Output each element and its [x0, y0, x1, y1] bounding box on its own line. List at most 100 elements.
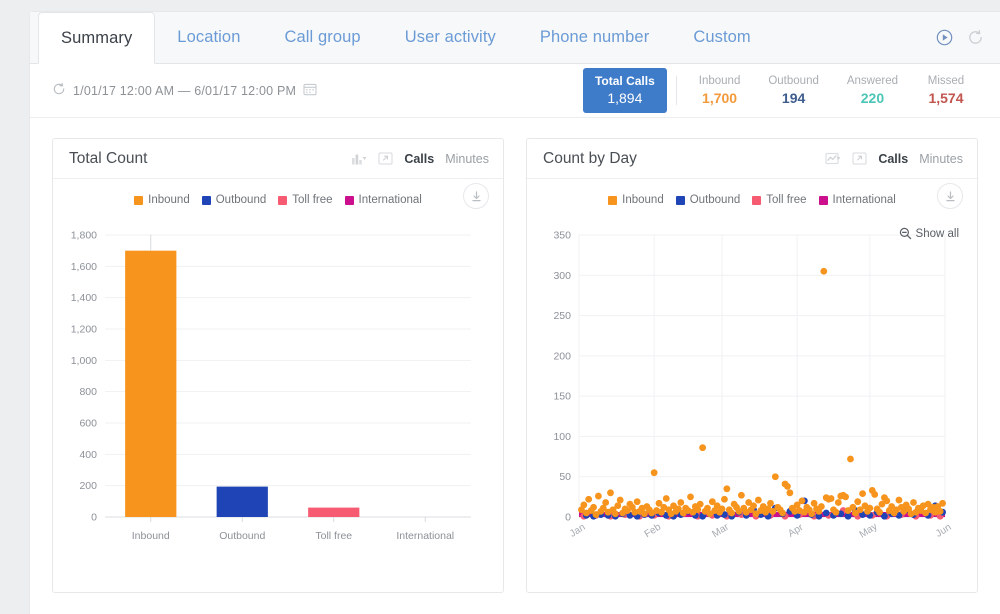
- kpi-outbound[interactable]: Outbound 194: [754, 68, 833, 113]
- legend-item-inbound[interactable]: Inbound: [134, 194, 190, 206]
- kpi-answered[interactable]: Answered 220: [833, 68, 912, 113]
- kpi-label: Inbound: [698, 75, 741, 87]
- svg-text:100: 100: [553, 431, 571, 443]
- svg-text:International: International: [396, 530, 454, 542]
- download-button[interactable]: [463, 183, 489, 209]
- popout-icon[interactable]: [852, 152, 867, 165]
- tab-bar: Summary Location Call group User activit…: [30, 12, 1000, 64]
- card-header-actions: Calls Minutes: [825, 152, 963, 166]
- play-circle-icon[interactable]: [936, 29, 953, 46]
- svg-text:Inbound: Inbound: [132, 530, 170, 542]
- unit-toggle-minutes[interactable]: Minutes: [919, 152, 963, 166]
- download-icon: [945, 190, 955, 201]
- unit-toggle-minutes[interactable]: Minutes: [445, 152, 489, 166]
- svg-text:1,800: 1,800: [71, 230, 97, 242]
- calendar-icon[interactable]: [303, 82, 317, 99]
- svg-text:50: 50: [559, 471, 571, 483]
- legend-item-outbound[interactable]: Outbound: [675, 194, 741, 206]
- kpi-label: Answered: [846, 75, 898, 87]
- download-icon: [471, 190, 481, 201]
- tab-user-activity[interactable]: User activity: [383, 12, 518, 63]
- app-panel: Summary Location Call group User activit…: [30, 12, 1000, 614]
- tab-label: Location: [177, 28, 241, 46]
- unit-toggle-calls[interactable]: Calls: [878, 152, 908, 166]
- legend-swatch: [278, 195, 288, 205]
- legend-item-inbound[interactable]: Inbound: [608, 194, 664, 206]
- show-all-button[interactable]: Show all: [899, 227, 959, 240]
- card-title: Total Count: [69, 149, 148, 167]
- legend-swatch: [752, 195, 762, 205]
- svg-text:350: 350: [553, 230, 571, 242]
- svg-text:Jun: Jun: [934, 522, 954, 540]
- svg-text:1,000: 1,000: [71, 355, 97, 367]
- bar-chart-icon[interactable]: [351, 152, 367, 166]
- legend-swatch: [134, 195, 144, 205]
- svg-text:400: 400: [79, 449, 97, 461]
- legend-row: Inbound Outbound Toll free International: [527, 179, 977, 221]
- kpi-value: 1,894: [607, 90, 643, 106]
- bar-chart-plot: 0 200 400 600 800 1,000 1,200 1,400 1,600 1,800 In…: [53, 221, 503, 581]
- legend-label: Inbound: [622, 194, 664, 206]
- svg-text:Feb: Feb: [643, 521, 664, 540]
- legend-swatch: [608, 195, 618, 205]
- svg-text:0: 0: [91, 512, 97, 524]
- kpi-value: 1,700: [702, 90, 738, 106]
- refresh-icon[interactable]: [967, 29, 984, 46]
- kpi-label: Outbound: [768, 75, 819, 87]
- legend-label: Inbound: [148, 194, 190, 206]
- legend-swatch: [201, 195, 211, 205]
- svg-text:1,600: 1,600: [71, 261, 97, 273]
- legend-row: Inbound Outbound Toll free International: [53, 179, 503, 221]
- kpi-value: 194: [781, 90, 806, 106]
- legend-item-toll-free[interactable]: Toll free: [278, 194, 333, 206]
- tab-label: Summary: [61, 28, 133, 47]
- card-header: Total Count Calls Minutes: [53, 139, 503, 179]
- scatter-chart-plot: Show all 0 50 100 150 200 250 300 350 Jan Feb Mar A…: [527, 221, 977, 581]
- svg-text:0: 0: [565, 512, 571, 524]
- tab-phone-number[interactable]: Phone number: [518, 12, 671, 63]
- kpi-strip: Total Calls 1,894 Inbound 1,700 Outbound…: [582, 68, 980, 113]
- svg-text:Outbound: Outbound: [219, 530, 265, 542]
- svg-text:Apr: Apr: [786, 522, 806, 540]
- legend-label: Outbound: [215, 194, 267, 206]
- charts-row: Total Count Calls Minutes Inbound Outbou…: [30, 118, 1000, 593]
- legend-item-outbound[interactable]: Outbound: [201, 194, 267, 206]
- svg-text:300: 300: [553, 270, 571, 282]
- kpi-label: Missed: [927, 75, 965, 87]
- popout-icon[interactable]: [378, 152, 393, 165]
- legend-item-international[interactable]: International: [344, 194, 422, 206]
- unit-toggle-calls[interactable]: Calls: [404, 152, 434, 166]
- svg-text:1,400: 1,400: [71, 292, 97, 304]
- kpi-inbound[interactable]: Inbound 1,700: [685, 68, 755, 113]
- download-button[interactable]: [937, 183, 963, 209]
- legend-label: Toll free: [766, 194, 807, 206]
- kpi-total-calls[interactable]: Total Calls 1,894: [582, 68, 667, 113]
- refresh-icon[interactable]: [52, 82, 66, 99]
- svg-text:200: 200: [553, 350, 571, 362]
- legend-swatch: [675, 195, 685, 205]
- svg-text:Mar: Mar: [710, 521, 731, 540]
- chart-legend: Inbound Outbound Toll free International: [134, 194, 422, 206]
- legend-label: Outbound: [689, 194, 741, 206]
- tab-location[interactable]: Location: [155, 12, 262, 63]
- kpi-missed[interactable]: Missed 1,574: [912, 68, 980, 113]
- tab-custom[interactable]: Custom: [671, 12, 772, 63]
- svg-text:Jan: Jan: [568, 522, 588, 540]
- chart-legend: Inbound Outbound Toll free International: [608, 194, 896, 206]
- date-range-text: 1/01/17 12:00 AM — 6/01/17 12:00 PM: [73, 83, 297, 98]
- date-range-picker[interactable]: 1/01/17 12:00 AM — 6/01/17 12:00 PM: [52, 82, 317, 99]
- tab-call-group[interactable]: Call group: [262, 12, 382, 63]
- tab-label: Call group: [284, 28, 361, 46]
- svg-text:200: 200: [79, 480, 97, 492]
- legend-item-international[interactable]: International: [818, 194, 896, 206]
- card-total-count: Total Count Calls Minutes Inbound Outbou…: [52, 138, 504, 593]
- legend-label: International: [358, 194, 422, 206]
- tab-summary[interactable]: Summary: [38, 12, 156, 64]
- zoom-out-icon: [899, 227, 911, 240]
- kpi-value: 1,574: [928, 90, 964, 106]
- svg-text:800: 800: [79, 386, 97, 398]
- line-chart-icon[interactable]: [825, 152, 841, 166]
- show-all-label: Show all: [915, 227, 959, 240]
- legend-item-toll-free[interactable]: Toll free: [752, 194, 807, 206]
- svg-text:600: 600: [79, 418, 97, 430]
